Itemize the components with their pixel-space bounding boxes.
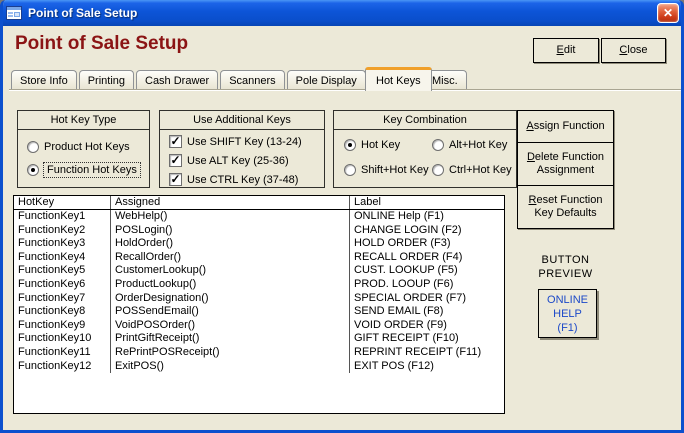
pos-setup-window: Point of Sale Setup ✕ Point of Sale Setu… (0, 0, 684, 433)
online-help-preview-button[interactable]: ONLINE HELP (F1) (538, 289, 597, 338)
radio-product-hot-keys[interactable]: Product Hot Keys (27, 141, 130, 153)
table-body: FunctionKey1 WebHelp() ONLINE Help (F1) … (14, 210, 504, 373)
table-row[interactable]: FunctionKey1 WebHelp() ONLINE Help (F1) (14, 210, 504, 224)
group-hot-key-type: Hot Key Type Product Hot Keys Function H… (17, 110, 150, 188)
close-button[interactable]: Close (601, 38, 666, 63)
column-header-assigned: Assigned (110, 196, 349, 209)
radio-icon (432, 164, 444, 176)
tab-printing[interactable]: Printing (79, 70, 134, 91)
column-header-hotkey: HotKey (14, 196, 110, 209)
tab-hot-keys[interactable]: Hot Keys (365, 67, 432, 91)
group-use-additional-keys: Use Additional Keys ✓ Use SHIFT Key (13-… (159, 110, 325, 188)
radio-function-hot-keys[interactable]: Function Hot Keys (27, 163, 140, 177)
tab-cash-drawer[interactable]: Cash Drawer (136, 70, 218, 91)
group-key-combination: Key Combination Hot Key Alt+Hot Key Shif… (333, 110, 517, 188)
table-row[interactable]: FunctionKey8 POSSendEmail() SEND EMAIL (… (14, 305, 504, 319)
radio-icon (344, 139, 356, 151)
radio-ctrl-hot-key[interactable]: Ctrl+Hot Key (432, 164, 512, 176)
edit-button[interactable]: Edit (533, 38, 599, 63)
table-header: HotKey Assigned Label (14, 196, 504, 210)
table-row[interactable]: FunctionKey9 VoidPOSOrder() VOID ORDER (… (14, 319, 504, 333)
radio-shift-hot-key[interactable]: Shift+Hot Key (344, 164, 429, 176)
checkbox-use-alt-key[interactable]: ✓ Use ALT Key (25-36) (169, 154, 289, 167)
radio-icon (432, 139, 444, 151)
checkbox-use-ctrl-key[interactable]: ✓ Use CTRL Key (37-48) (169, 173, 298, 186)
table-row[interactable]: FunctionKey12 ExitPOS() EXIT POS (F12) (14, 360, 504, 374)
titlebar: Point of Sale Setup ✕ (0, 0, 684, 26)
form-icon (6, 6, 22, 20)
radio-icon (344, 164, 356, 176)
table-row[interactable]: FunctionKey2 POSLogin() CHANGE LOGIN (F2… (14, 224, 504, 238)
tab-store-info[interactable]: Store Info (11, 70, 77, 91)
table-row[interactable]: FunctionKey10 PrintGiftReceipt() GIFT RE… (14, 332, 504, 346)
tab-strip: Store Info Printing Cash Drawer Scanners… (11, 70, 368, 91)
checkbox-use-shift-key[interactable]: ✓ Use SHIFT Key (13-24) (169, 135, 302, 148)
hot-keys-table[interactable]: HotKey Assigned Label FunctionKey1 WebHe… (13, 195, 505, 414)
delete-function-assignment-button[interactable]: Delete Function Assignment (517, 142, 614, 186)
radio-alt-hot-key[interactable]: Alt+Hot Key (432, 139, 507, 151)
close-icon: ✕ (663, 6, 673, 20)
button-preview-label: BUTTON PREVIEW (517, 253, 614, 281)
column-header-label: Label (349, 196, 504, 209)
table-row[interactable]: FunctionKey7 OrderDesignation() SPECIAL … (14, 292, 504, 306)
assign-function-button[interactable]: Assign Function (517, 110, 614, 143)
group-title: Hot Key Type (18, 111, 149, 130)
group-title: Use Additional Keys (160, 111, 324, 130)
table-row[interactable]: FunctionKey11 RePrintPOSReceipt() REPRIN… (14, 346, 504, 360)
page-title: Point of Sale Setup (15, 33, 188, 55)
table-row[interactable]: FunctionKey6 ProductLookup() PROD. LOOUP… (14, 278, 504, 292)
window-title: Point of Sale Setup (28, 6, 137, 20)
table-row[interactable]: FunctionKey3 HoldOrder() HOLD ORDER (F3) (14, 237, 504, 251)
radio-hot-key[interactable]: Hot Key (344, 139, 400, 151)
checkbox-icon: ✓ (169, 135, 182, 148)
group-title: Key Combination (334, 111, 516, 130)
tab-scanners[interactable]: Scanners (220, 70, 284, 91)
reset-function-key-defaults-button[interactable]: Reset Function Key Defaults (517, 185, 614, 229)
checkbox-icon: ✓ (169, 173, 182, 186)
tab-pole-display[interactable]: Pole Display (287, 70, 366, 91)
checkbox-icon: ✓ (169, 154, 182, 167)
radio-icon (27, 164, 39, 176)
table-row[interactable]: FunctionKey5 CustomerLookup() CUST. LOOK… (14, 264, 504, 278)
window-close-button[interactable]: ✕ (657, 3, 679, 23)
radio-icon (27, 141, 39, 153)
table-row[interactable]: FunctionKey4 RecallOrder() RECALL ORDER … (14, 251, 504, 265)
